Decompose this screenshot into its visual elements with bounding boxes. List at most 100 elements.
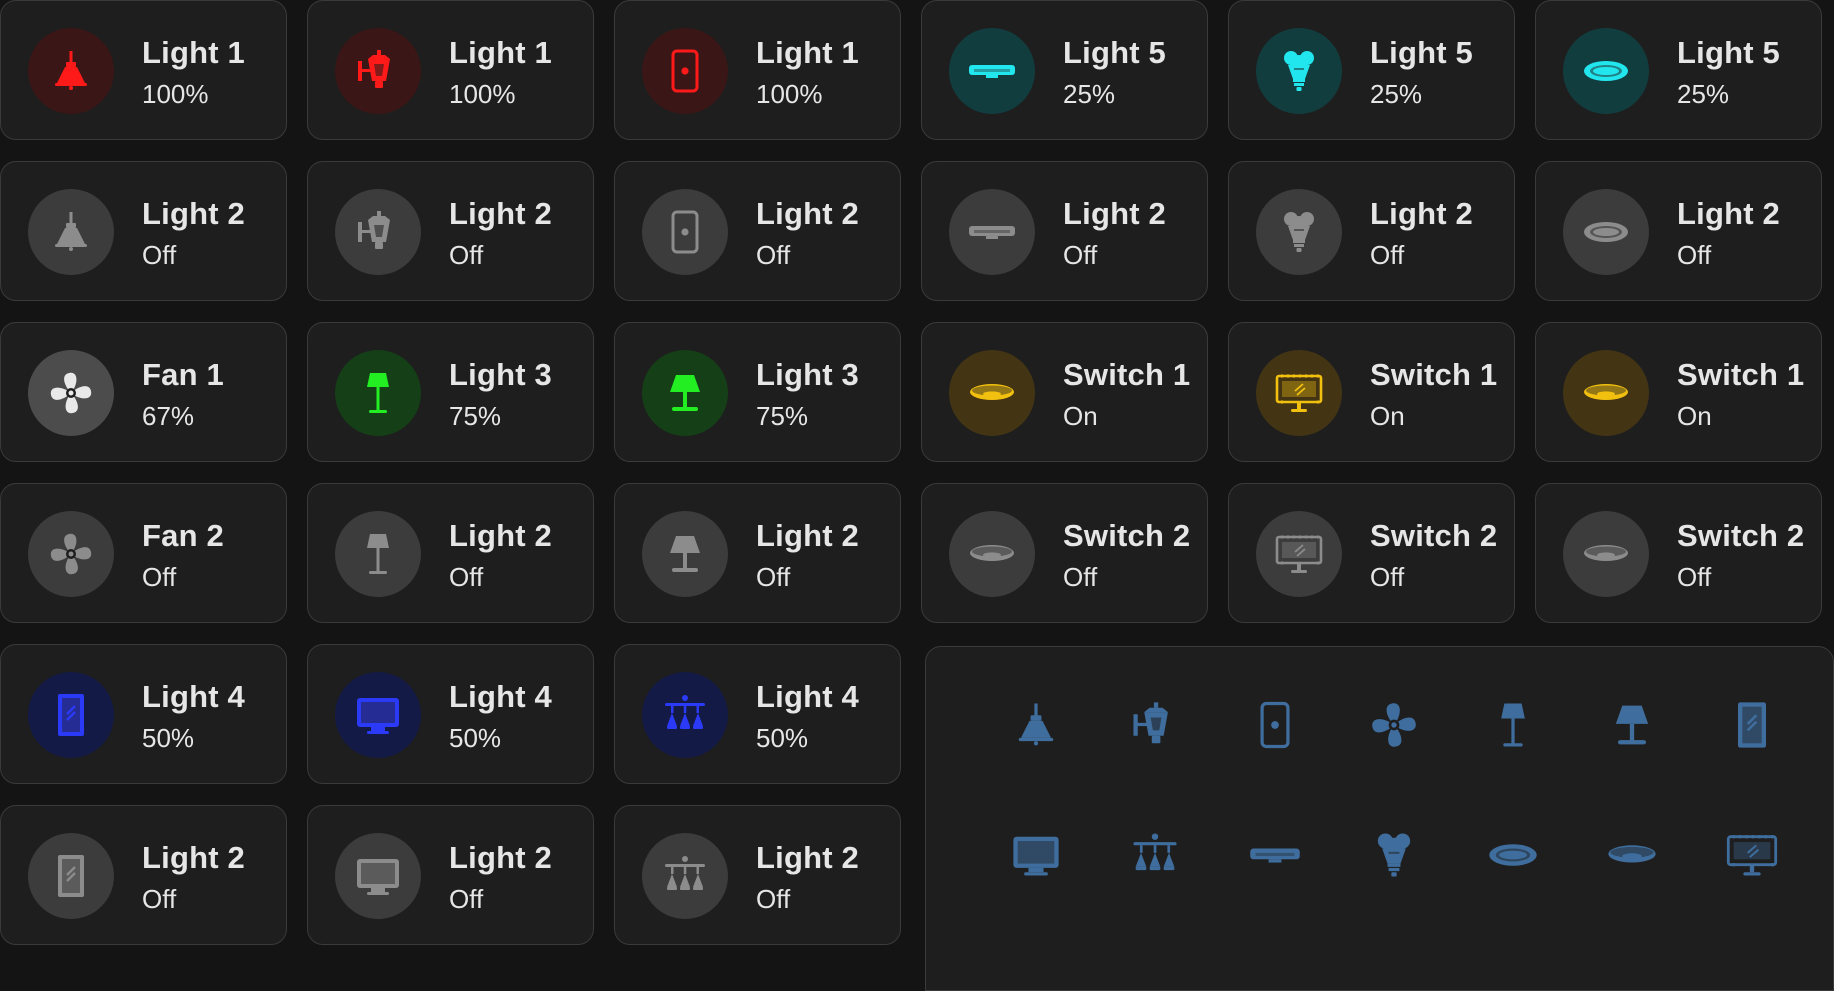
tile-state: 25% bbox=[1370, 79, 1423, 109]
entity-tile[interactable]: Switch 2 Off bbox=[1535, 483, 1822, 623]
tile-name: Light 3 bbox=[756, 357, 859, 392]
light-strip-icon[interactable] bbox=[1247, 827, 1303, 883]
tile-state: 75% bbox=[449, 401, 502, 431]
tile-state: Off bbox=[756, 240, 791, 270]
floor-lamp-icon[interactable] bbox=[335, 511, 421, 597]
ceiling-flush-icon[interactable] bbox=[949, 511, 1035, 597]
entity-tile[interactable]: Light 4 50% bbox=[0, 644, 287, 784]
tile-state: On bbox=[1370, 401, 1405, 431]
mirror-icon[interactable] bbox=[1724, 697, 1780, 753]
entity-tile[interactable]: Light 3 75% bbox=[307, 322, 594, 462]
tile-name: Switch 2 bbox=[1677, 518, 1805, 553]
entity-tile[interactable]: Light 2 Off bbox=[614, 805, 901, 945]
tile-name: Light 2 bbox=[1677, 196, 1780, 231]
tile-state: Off bbox=[1677, 240, 1712, 270]
entity-tile[interactable]: Light 2 Off bbox=[307, 805, 594, 945]
ceiling-flush-icon[interactable] bbox=[1563, 350, 1649, 436]
outdoor-lamp-icon[interactable] bbox=[335, 189, 421, 275]
tile-name: Switch 1 bbox=[1063, 357, 1191, 392]
entity-tile[interactable]: Fan 2 Off bbox=[0, 483, 287, 623]
tile-name: Light 4 bbox=[449, 679, 552, 714]
floor-lamp-icon[interactable] bbox=[1485, 697, 1541, 753]
entity-tile[interactable]: Light 2 Off bbox=[614, 161, 901, 301]
entity-tile[interactable]: Light 1 100% bbox=[307, 0, 594, 140]
ceiling-ring-icon[interactable] bbox=[1563, 189, 1649, 275]
entity-tile[interactable]: Switch 1 On bbox=[921, 322, 1208, 462]
entity-tile[interactable]: Light 2 Off bbox=[1228, 161, 1515, 301]
entity-tile[interactable]: Switch 1 On bbox=[1535, 322, 1822, 462]
light-strip-icon[interactable] bbox=[949, 189, 1035, 275]
entity-tile[interactable]: Switch 2 Off bbox=[1228, 483, 1515, 623]
vanity-mirror-icon[interactable] bbox=[1256, 350, 1342, 436]
entity-tile[interactable]: Switch 2 Off bbox=[921, 483, 1208, 623]
entity-tile[interactable]: Light 4 50% bbox=[307, 644, 594, 784]
entity-tile[interactable]: Switch 1 On bbox=[1228, 322, 1515, 462]
ceiling-flush-icon[interactable] bbox=[1563, 511, 1649, 597]
outdoor-lamp-icon[interactable] bbox=[1127, 697, 1183, 753]
entity-tile[interactable]: Light 5 25% bbox=[1535, 0, 1822, 140]
table-lamp-icon[interactable] bbox=[642, 350, 728, 436]
chandelier-icon[interactable] bbox=[1127, 827, 1183, 883]
entity-tile[interactable]: Light 2 Off bbox=[307, 161, 594, 301]
bulb-spot-icon[interactable] bbox=[1256, 189, 1342, 275]
vanity-mirror-icon[interactable] bbox=[1724, 827, 1780, 883]
wall-switch-icon[interactable] bbox=[642, 189, 728, 275]
wall-switch-icon[interactable] bbox=[642, 28, 728, 114]
tile-name: Light 4 bbox=[756, 679, 859, 714]
ceiling-ring-icon[interactable] bbox=[1485, 827, 1541, 883]
entity-tile[interactable]: Light 2 Off bbox=[0, 161, 287, 301]
tile-name: Light 1 bbox=[142, 35, 245, 70]
entity-tile[interactable]: Light 4 50% bbox=[614, 644, 901, 784]
floor-lamp-icon[interactable] bbox=[335, 350, 421, 436]
ceiling-ring-icon[interactable] bbox=[1563, 28, 1649, 114]
chandelier-icon[interactable] bbox=[642, 833, 728, 919]
tile-state: Off bbox=[1370, 562, 1405, 592]
entity-tile[interactable]: Light 2 Off bbox=[614, 483, 901, 623]
vanity-mirror-icon[interactable] bbox=[1256, 511, 1342, 597]
monitor-icon[interactable] bbox=[1008, 827, 1064, 883]
tile-state: Off bbox=[142, 240, 177, 270]
entity-tile[interactable]: Light 1 100% bbox=[614, 0, 901, 140]
tile-name: Light 1 bbox=[756, 35, 859, 70]
wall-switch-icon[interactable] bbox=[1247, 697, 1303, 753]
tile-state: 67% bbox=[142, 401, 195, 431]
monitor-icon[interactable] bbox=[335, 672, 421, 758]
ceiling-pendant-icon[interactable] bbox=[28, 189, 114, 275]
mirror-icon[interactable] bbox=[28, 833, 114, 919]
entity-tile[interactable]: Light 1 100% bbox=[0, 0, 287, 140]
entity-tile[interactable]: Light 2 Off bbox=[921, 161, 1208, 301]
tile-name: Light 2 bbox=[449, 840, 552, 875]
fan-icon[interactable] bbox=[28, 350, 114, 436]
fan-icon[interactable] bbox=[1366, 697, 1422, 753]
tile-state: Off bbox=[756, 884, 791, 914]
tile-state: 50% bbox=[756, 723, 809, 753]
tile-state: Off bbox=[449, 562, 484, 592]
entity-tile[interactable]: Light 2 Off bbox=[1535, 161, 1822, 301]
bulb-spot-icon[interactable] bbox=[1256, 28, 1342, 114]
ceiling-flush-icon[interactable] bbox=[1604, 827, 1660, 883]
entity-tile[interactable]: Light 3 75% bbox=[614, 322, 901, 462]
entity-tile[interactable]: Light 2 Off bbox=[307, 483, 594, 623]
entity-tile[interactable]: Light 5 25% bbox=[921, 0, 1208, 140]
ceiling-pendant-icon[interactable] bbox=[28, 28, 114, 114]
tile-name: Light 2 bbox=[449, 196, 552, 231]
table-lamp-icon[interactable] bbox=[1604, 697, 1660, 753]
outdoor-lamp-icon[interactable] bbox=[335, 28, 421, 114]
tile-state: 25% bbox=[1677, 79, 1730, 109]
entity-tile[interactable]: Fan 1 67% bbox=[0, 322, 287, 462]
light-strip-icon[interactable] bbox=[949, 28, 1035, 114]
bulb-spot-icon[interactable] bbox=[1366, 827, 1422, 883]
tile-name: Light 5 bbox=[1063, 35, 1166, 70]
entity-tile[interactable]: Light 5 25% bbox=[1228, 0, 1515, 140]
entity-tile[interactable]: Light 2 Off bbox=[0, 805, 287, 945]
fan-icon[interactable] bbox=[28, 511, 114, 597]
mirror-icon[interactable] bbox=[28, 672, 114, 758]
monitor-icon[interactable] bbox=[335, 833, 421, 919]
ceiling-flush-icon[interactable] bbox=[949, 350, 1035, 436]
chandelier-icon[interactable] bbox=[642, 672, 728, 758]
ceiling-pendant-icon[interactable] bbox=[1008, 697, 1064, 753]
table-lamp-icon[interactable] bbox=[642, 511, 728, 597]
tile-name: Light 2 bbox=[1063, 196, 1166, 231]
tile-state: 100% bbox=[142, 79, 209, 109]
tile-name: Light 2 bbox=[756, 196, 859, 231]
